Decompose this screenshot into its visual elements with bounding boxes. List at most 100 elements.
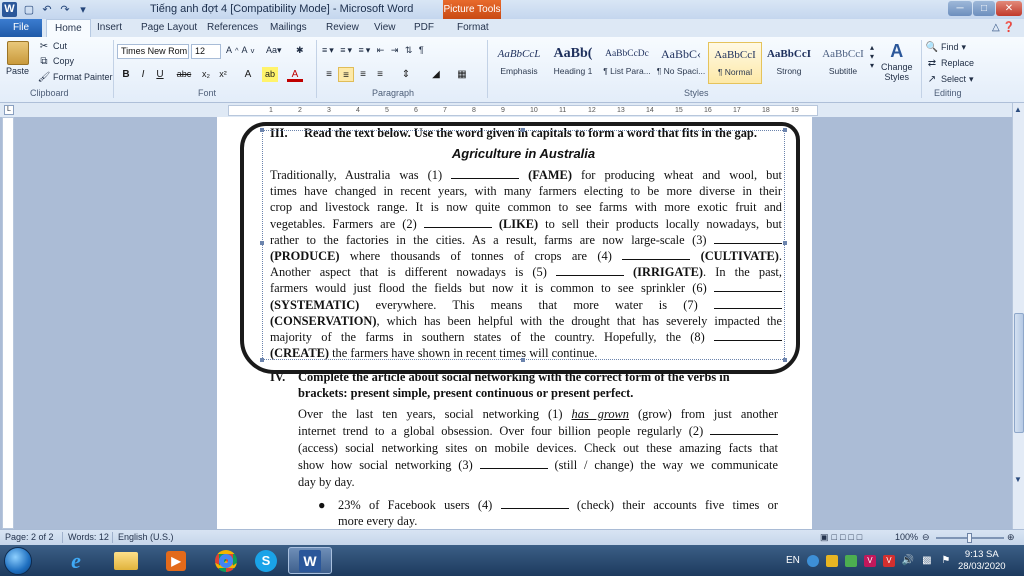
style-subtitle[interactable]: AaBbCcI Subtitle: [816, 42, 870, 84]
tab-format[interactable]: Format: [457, 19, 489, 37]
horizontal-ruler[interactable]: 1 2 3 4 5 6 7 8 9 10 11 12 13 14 15 16 17 18 19: [228, 105, 818, 116]
justify-button[interactable]: ≡: [372, 67, 388, 82]
grow-shrink-font-buttons[interactable]: A ^ Av: [226, 45, 254, 55]
vertical-ruler[interactable]: [2, 117, 14, 529]
answer-blank[interactable]: [714, 281, 782, 293]
font-size-combo[interactable]: 12: [191, 44, 221, 59]
ie-icon[interactable]: e: [54, 547, 98, 574]
language-bar[interactable]: EN: [786, 555, 800, 566]
change-case-button[interactable]: Aa▾: [266, 45, 282, 56]
style-emphasis[interactable]: AaBbCcL Emphasis: [492, 42, 546, 84]
notification-icon[interactable]: [825, 554, 838, 567]
language-indicator[interactable]: English (U.S.): [118, 532, 174, 542]
borders-button[interactable]: ▦: [454, 67, 470, 82]
format-painter-button[interactable]: 🖌 Format Painter: [38, 71, 113, 83]
scroll-down-icon[interactable]: ▼: [1014, 475, 1022, 484]
style-normal[interactable]: AaBbCcI ¶ Normal: [708, 42, 762, 84]
cut-button[interactable]: ✂ Cut: [38, 40, 67, 52]
tab-view[interactable]: View: [374, 19, 396, 37]
close-button[interactable]: ✕: [996, 1, 1022, 16]
font-color-button[interactable]: A: [287, 67, 303, 82]
answer-blank[interactable]: [710, 424, 778, 435]
font-name-combo[interactable]: Times New Rom: [117, 44, 189, 59]
change-styles-button[interactable]: A Change Styles: [881, 40, 913, 82]
styles-scroll-buttons[interactable]: ▴ ▾ ▾: [870, 43, 874, 70]
word-icon[interactable]: W: [2, 2, 17, 17]
app-tray-icon[interactable]: [844, 554, 857, 567]
select-button[interactable]: ↗ Select ▾: [926, 73, 974, 85]
view-buttons[interactable]: ▣□□□□: [820, 532, 865, 543]
style-list-paragraph[interactable]: AaBbCcDc ¶ List Para...: [600, 42, 654, 84]
subscript-button[interactable]: x₂: [198, 67, 214, 82]
superscript-button[interactable]: x²: [215, 67, 231, 82]
answer-blank[interactable]: [714, 330, 782, 341]
network-status-icon[interactable]: [806, 554, 819, 567]
replace-button[interactable]: ⇄ Replace: [926, 57, 974, 69]
underline-button[interactable]: U: [152, 67, 168, 82]
volume-icon[interactable]: 🔊: [902, 555, 914, 567]
bold-button[interactable]: B: [118, 67, 134, 82]
copy-button[interactable]: ⧉ Copy: [38, 55, 74, 67]
zoom-level[interactable]: 100%: [895, 532, 918, 542]
paste-button[interactable]: Paste: [6, 41, 29, 76]
media-icon[interactable]: ▶: [154, 547, 198, 574]
strikethrough-button[interactable]: abc: [172, 67, 196, 82]
tab-mailings[interactable]: Mailings: [270, 19, 307, 37]
answer-blank[interactable]: [555, 265, 624, 277]
zoom-slider-thumb[interactable]: [967, 533, 972, 543]
tab-page-layout[interactable]: Page Layout: [141, 19, 197, 37]
style-strong[interactable]: AaBbCcI Strong: [762, 42, 816, 84]
tab-home[interactable]: Home: [46, 19, 91, 37]
tab-insert[interactable]: Insert: [97, 19, 122, 37]
skype-icon[interactable]: S: [244, 547, 288, 574]
vertical-scrollbar[interactable]: ▲ ▼: [1012, 103, 1024, 529]
style-heading-1[interactable]: AaBb( Heading 1: [546, 42, 600, 84]
zoom-out-icon[interactable]: ⊖: [922, 532, 930, 543]
signal-icon[interactable]: ▩: [921, 555, 933, 567]
text-effects-button[interactable]: A: [240, 67, 256, 82]
highlight-button[interactable]: ab: [262, 67, 278, 82]
style-no-spacing[interactable]: AaBbC‹ ¶ No Spaci...: [654, 42, 708, 84]
page-count[interactable]: Page: 2 of 2: [5, 532, 54, 542]
antivirus-icon[interactable]: V: [863, 554, 876, 567]
scrollbar-thumb[interactable]: [1014, 313, 1024, 433]
chrome-icon[interactable]: [204, 547, 248, 574]
answer-blank[interactable]: [479, 458, 548, 469]
list-buttons[interactable]: ≡▾ ≡▾ ≡▾ ⇤ ⇥ ⇅ ¶: [322, 45, 426, 56]
scroll-up-icon[interactable]: ▲: [1014, 105, 1022, 114]
maximize-button[interactable]: □: [973, 1, 995, 16]
answer-blank[interactable]: [714, 233, 782, 244]
find-button[interactable]: 🔍 Find ▾: [926, 41, 966, 53]
redo-icon[interactable]: ↷: [58, 3, 72, 17]
undo-icon[interactable]: ↶: [40, 3, 54, 17]
ruler-tab-selector[interactable]: L: [4, 105, 14, 115]
flag-icon[interactable]: ⚑: [940, 555, 952, 567]
clear-formatting-icon[interactable]: ✱: [296, 45, 304, 56]
tab-pdf[interactable]: PDF: [414, 19, 434, 37]
align-right-button[interactable]: ≡: [355, 67, 371, 82]
minimize-button[interactable]: ─: [948, 1, 972, 16]
zoom-in-icon[interactable]: ⊕: [1007, 532, 1015, 543]
save-icon[interactable]: ▢: [22, 3, 36, 17]
customize-chevron-down-icon[interactable]: ▾: [76, 3, 90, 17]
answer-blank[interactable]: [622, 249, 691, 260]
shading-button[interactable]: ◢: [428, 67, 444, 82]
tab-references[interactable]: References: [207, 19, 258, 37]
line-spacing-button[interactable]: ⇕: [398, 67, 414, 82]
folder-icon[interactable]: [104, 547, 148, 574]
clock[interactable]: 9:13 SA 28/03/2020: [958, 549, 1006, 573]
word-taskbar-icon[interactable]: W: [288, 547, 332, 574]
unikey-icon[interactable]: V: [882, 554, 895, 567]
start-icon[interactable]: [4, 547, 32, 575]
help-icon[interactable]: △ ❓: [992, 22, 1015, 33]
italic-button[interactable]: I: [135, 67, 151, 82]
align-center-button[interactable]: ≡: [338, 67, 354, 82]
answer-blank[interactable]: [423, 217, 492, 228]
answer-blank[interactable]: [714, 298, 782, 309]
word-count[interactable]: Words: 12: [68, 532, 109, 542]
answer-blank[interactable]: [451, 168, 520, 179]
answer-blank[interactable]: [500, 498, 569, 509]
tab-file[interactable]: File: [0, 19, 42, 37]
tab-review[interactable]: Review: [326, 19, 359, 37]
align-left-button[interactable]: ≡: [321, 67, 337, 82]
